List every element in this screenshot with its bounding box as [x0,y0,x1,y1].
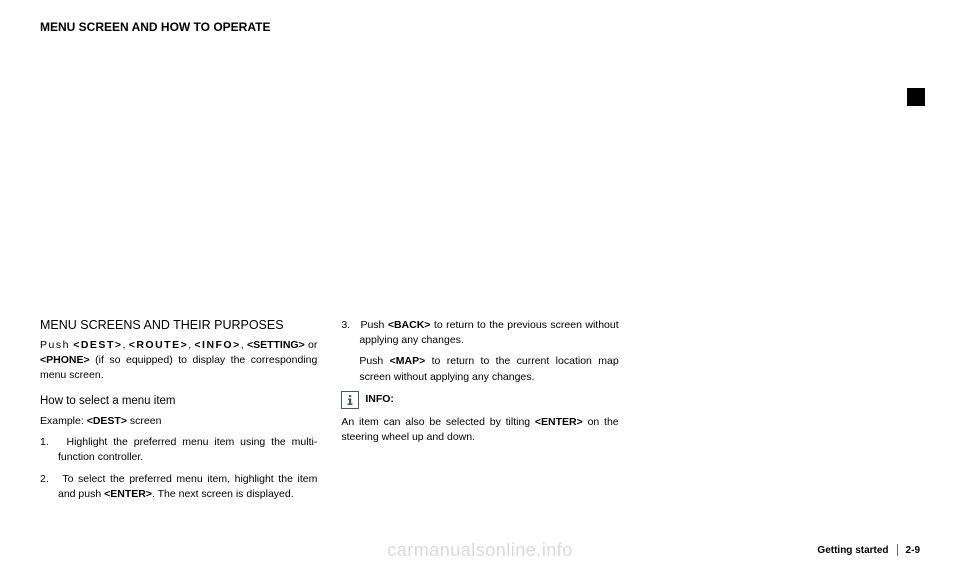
section-marker [907,88,925,106]
example-btn: <DEST> [87,415,127,427]
btn-phone: <PHONE> [40,354,90,366]
example-prefix: Example: [40,415,84,427]
page-title: MENU SCREEN AND HOW TO OPERATE [40,20,340,36]
footer-page: 2-9 [906,545,920,556]
info-text-a: An item can also be selected by tilting [341,416,530,428]
subheading-menu-screens: MENU SCREENS AND THEIR PURPOSES [40,318,317,334]
subheading-howto: How to select a menu item [40,393,317,410]
footer-section: Getting started [817,545,888,556]
step-2-num: 2. [40,473,49,485]
column-middle: 3. Push <BACK> to return to the previous… [341,318,618,508]
step-2-text-b: . The next screen is displayed. [152,488,294,500]
example-suffix: screen [130,415,162,427]
footer-divider [897,544,898,556]
intro-paragraph: Push <DEST>, <ROUTE>, <INFO>, <SETTING> … [40,338,317,384]
btn-setting: <SETTING> [247,339,305,351]
step-3: 3. Push <BACK> to return to the previous… [341,318,618,348]
info-row: INFO: [341,391,618,409]
footer: Getting started 2-9 [817,544,920,556]
step-1-text: Highlight the preferred menu item using … [58,436,317,463]
column-right [643,318,920,508]
info-label: INFO: [365,392,394,407]
step-3b-btn-map: <MAP> [390,355,426,367]
example-line: Example: <DEST> screen [40,414,317,429]
btn-dest: <DEST> [73,339,122,351]
step-3b-text-a: Push [359,355,383,367]
btn-route: <ROUTE> [129,339,189,351]
step-3b: Push <MAP> to return to the current loca… [341,354,618,384]
intro-push: Push [40,339,70,351]
step-2-btn: <ENTER> [104,488,152,500]
btn-info: <INFO> [194,339,240,351]
intro-or: or [308,339,317,351]
step-1: 1. Highlight the preferred menu item usi… [40,435,317,465]
step-3-btn-back: <BACK> [388,319,431,331]
watermark: carmanualsonline.info [387,540,573,561]
step-3-text-a: Push [360,319,384,331]
info-btn: <ENTER> [535,416,583,428]
step-1-num: 1. [40,436,49,448]
step-3-num: 3. [341,319,350,331]
info-icon [341,391,359,409]
column-left: MENU SCREENS AND THEIR PURPOSES Push <DE… [40,318,317,508]
info-text: An item can also be selected by tilting … [341,415,618,445]
step-2: 2. To select the preferred menu item, hi… [40,472,317,502]
